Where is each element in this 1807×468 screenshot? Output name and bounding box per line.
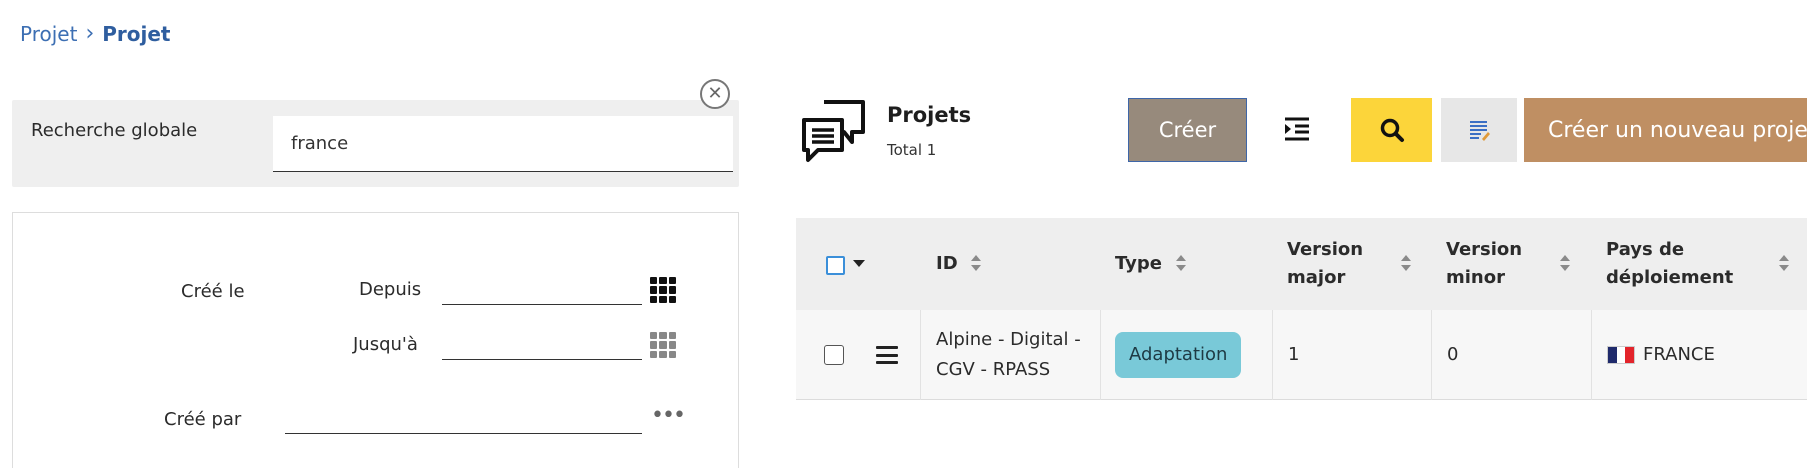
breadcrumb-current: Projet <box>102 22 171 46</box>
created-on-label: Créé le <box>181 281 245 302</box>
global-search-panel: Recherche globale <box>12 100 739 187</box>
global-search-label: Recherche globale <box>31 120 198 141</box>
column-header-id[interactable]: ID <box>936 218 958 310</box>
sort-icon[interactable] <box>970 255 982 273</box>
list-edit-icon <box>1470 121 1490 141</box>
new-project-button[interactable]: Créer un nouveau projet <box>1524 98 1807 162</box>
total-count: Total 1 <box>887 141 937 159</box>
column-header-version-major[interactable]: Version major <box>1287 218 1387 310</box>
breadcrumb: Projet › Projet <box>20 22 171 46</box>
table-header: ID Type Version major Version minor Pays… <box>796 218 1807 310</box>
since-label: Depuis <box>359 279 422 300</box>
sort-icon[interactable] <box>1400 255 1412 273</box>
cell-version-minor: 0 <box>1447 344 1459 366</box>
list-edit-button[interactable] <box>1441 98 1517 162</box>
breadcrumb-parent[interactable]: Projet <box>20 22 77 46</box>
indent-icon[interactable] <box>1283 116 1311 142</box>
column-header-version-minor[interactable]: Version minor <box>1446 218 1546 310</box>
until-label: Jusqu'à <box>353 334 418 355</box>
cell-country: FRANCE <box>1607 310 1715 400</box>
france-flag-icon <box>1607 346 1635 364</box>
column-header-type[interactable]: Type <box>1115 218 1162 310</box>
until-date-field[interactable] <box>442 324 642 360</box>
calendar-grid-icon[interactable] <box>650 277 676 303</box>
create-button[interactable]: Créer <box>1128 98 1247 162</box>
sort-icon[interactable] <box>1778 255 1790 273</box>
breadcrumb-separator-icon: › <box>85 21 95 46</box>
global-search-input[interactable] <box>273 116 733 172</box>
cell-version-major: 1 <box>1288 344 1300 366</box>
chat-icon <box>802 100 865 162</box>
search-icon <box>1380 118 1404 142</box>
table-row[interactable]: Alpine - Digital - CGV - RPASS Adaptatio… <box>796 310 1807 400</box>
search-button[interactable] <box>1351 98 1432 162</box>
close-icon[interactable]: ✕ <box>700 79 730 109</box>
calendar-grid-icon[interactable] <box>650 332 676 358</box>
cell-id: Alpine - Digital - CGV - RPASS <box>936 329 1081 380</box>
type-badge: Adaptation <box>1115 332 1242 378</box>
sort-icon[interactable] <box>1175 255 1187 273</box>
sort-icon[interactable] <box>1559 255 1571 273</box>
row-checkbox[interactable] <box>824 345 844 365</box>
column-header-country[interactable]: Pays de déploiement <box>1606 218 1736 310</box>
select-all-checkbox[interactable] <box>826 256 845 275</box>
cell-type: Adaptation <box>1115 310 1242 400</box>
created-by-field[interactable] <box>285 398 642 434</box>
page-title: Projets <box>887 103 972 127</box>
created-by-label: Créé par <box>164 409 242 430</box>
filter-panel: Créé le Depuis Jusqu'à Créé par ••• <box>12 212 739 468</box>
since-date-field[interactable] <box>442 269 642 305</box>
more-dots-icon[interactable]: ••• <box>651 405 686 427</box>
menu-icon[interactable] <box>876 346 898 364</box>
chevron-down-icon[interactable] <box>853 260 865 267</box>
